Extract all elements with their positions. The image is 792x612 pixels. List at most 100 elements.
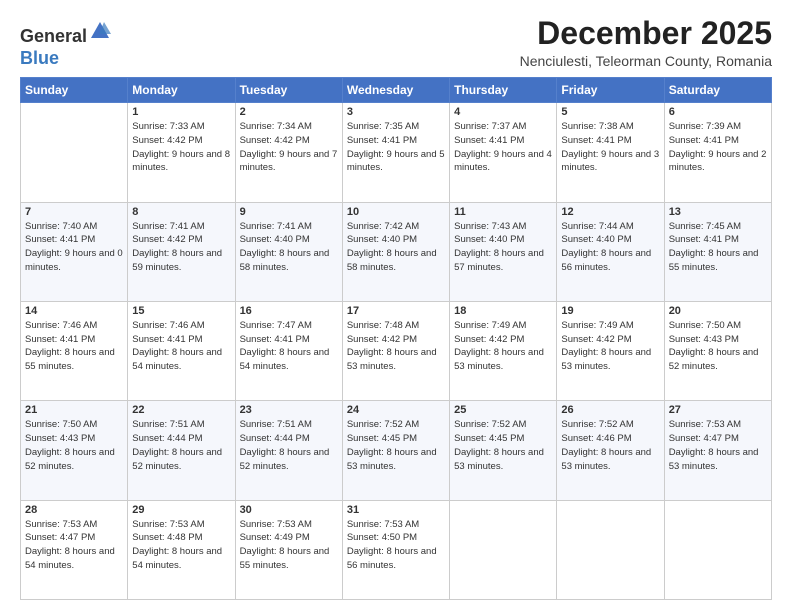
day-number: 13 — [669, 206, 767, 218]
logo: General Blue — [20, 20, 111, 69]
calendar-cell: 5Sunrise: 7:38 AMSunset: 4:41 PMDaylight… — [557, 103, 664, 202]
sunrise: Sunrise: 7:41 AM — [132, 221, 204, 232]
day-number: 16 — [240, 305, 338, 317]
sunrise: Sunrise: 7:50 AM — [25, 419, 97, 430]
daylight: Daylight: 8 hours and 54 minutes. — [25, 546, 115, 571]
calendar-cell: 2 Sunrise: 7:34 AM Sunset: 4:42 PM Daylight… — [235, 103, 342, 202]
day-number: 12 — [561, 206, 659, 218]
calendar-cell: 6 Sunrise: 7:39 AMSunset: 4:41 PMDaylight… — [664, 103, 771, 202]
day-number: 31 — [347, 504, 445, 516]
daylight: Daylight: 8 hours and 56 minutes. — [561, 248, 651, 273]
col-sunday: Sunday — [21, 78, 128, 103]
daylight: Daylight: 8 hours and 52 minutes. — [669, 347, 759, 372]
daylight: Daylight: 8 hours and 55 minutes. — [25, 347, 115, 372]
day-number: 18 — [454, 305, 552, 317]
cell-info: Sunrise: 7:53 AMSunset: 4:48 PMDaylight:… — [132, 518, 230, 573]
daylight: Daylight: 9 hours and 7 minutes. — [240, 149, 338, 174]
sunrise: Sunrise: 7:52 AM — [347, 419, 419, 430]
day-number: 27 — [669, 404, 767, 416]
day-number: 11 — [454, 206, 552, 218]
sunset: Sunset: 4:50 PM — [347, 532, 417, 543]
cell-info: Sunrise: 7:53 AMSunset: 4:47 PMDaylight:… — [25, 518, 123, 573]
day-number: 17 — [347, 305, 445, 317]
day-number: 2 — [240, 106, 338, 118]
cell-info: Sunrise: 7:41 AMSunset: 4:40 PMDaylight:… — [240, 220, 338, 275]
calendar-cell: 23Sunrise: 7:51 AMSunset: 4:44 PMDayligh… — [235, 401, 342, 500]
day-number: 19 — [561, 305, 659, 317]
calendar-cell: 13 Sunrise: 7:45 AMSunset: 4:41 PMDayligh… — [664, 202, 771, 301]
daylight: Daylight: 8 hours and 53 minutes. — [347, 447, 437, 472]
cell-info: Sunrise: 7:50 AMSunset: 4:43 PMDaylight:… — [669, 319, 767, 374]
sunrise: Sunrise: 7:40 AM — [25, 221, 97, 232]
calendar-cell: 14Sunrise: 7:46 AMSunset: 4:41 PMDayligh… — [21, 301, 128, 400]
header-row: Sunday Monday Tuesday Wednesday Thursday… — [21, 78, 772, 103]
sunset: Sunset: 4:41 PM — [25, 234, 95, 245]
daylight: Daylight: 8 hours and 56 minutes. — [347, 546, 437, 571]
col-thursday: Thursday — [450, 78, 557, 103]
day-number: 8 — [132, 206, 230, 218]
sunset: Sunset: 4:41 PM — [454, 135, 524, 146]
cell-info: Sunrise: 7:53 AMSunset: 4:49 PMDaylight:… — [240, 518, 338, 573]
sunrise: Sunrise: 7:53 AM — [132, 519, 204, 530]
calendar-cell: 15Sunrise: 7:46 AMSunset: 4:41 PMDayligh… — [128, 301, 235, 400]
calendar-cell: 1Sunrise: 7:33 AMSunset: 4:42 PMDaylight… — [128, 103, 235, 202]
calendar-table: Sunday Monday Tuesday Wednesday Thursday… — [20, 77, 772, 600]
daylight: Daylight: 8 hours and 53 minutes. — [669, 447, 759, 472]
sunset: Sunset: 4:41 PM — [240, 334, 310, 345]
daylight: Daylight: 8 hours and 52 minutes. — [132, 447, 222, 472]
calendar-cell: 31Sunrise: 7:53 AMSunset: 4:50 PMDayligh… — [342, 500, 449, 599]
cell-info: Sunrise: 7:38 AMSunset: 4:41 PMDaylight:… — [561, 120, 659, 175]
cell-info: Sunrise: 7:42 AMSunset: 4:40 PMDaylight:… — [347, 220, 445, 275]
day-number: 6 — [669, 106, 767, 118]
calendar-cell: 26Sunrise: 7:52 AMSunset: 4:46 PMDayligh… — [557, 401, 664, 500]
sunset: Sunset: 4:45 PM — [454, 433, 524, 444]
calendar-cell: 28Sunrise: 7:53 AMSunset: 4:47 PMDayligh… — [21, 500, 128, 599]
col-friday: Friday — [557, 78, 664, 103]
sunset: Sunset: 4:43 PM — [25, 433, 95, 444]
calendar-cell: 7Sunrise: 7:40 AMSunset: 4:41 PMDaylight… — [21, 202, 128, 301]
calendar-cell: 24Sunrise: 7:52 AMSunset: 4:45 PMDayligh… — [342, 401, 449, 500]
col-monday: Monday — [128, 78, 235, 103]
calendar-cell: 18 Sunrise: 7:49 AMSunset: 4:42 PMDayligh… — [450, 301, 557, 400]
cell-info: Sunrise: 7:39 AMSunset: 4:41 PMDaylight:… — [669, 120, 767, 175]
page: General Blue December 2025 Nenciulesti, … — [0, 0, 792, 612]
day-number: 7 — [25, 206, 123, 218]
sunrise: Sunrise: 7:34 AM — [240, 121, 312, 132]
sunrise: Sunrise: 7:38 AM — [561, 121, 633, 132]
calendar-cell: 22Sunrise: 7:51 AMSunset: 4:44 PMDayligh… — [128, 401, 235, 500]
calendar-cell: 9Sunrise: 7:41 AMSunset: 4:40 PMDaylight… — [235, 202, 342, 301]
sunrise: Sunrise: 7:52 AM — [454, 419, 526, 430]
week-row-1: 7 Sunrise: 7:40 AM Sunset: 4:41 PM Daylight… — [21, 202, 772, 301]
sunset: Sunset: 4:42 PM — [454, 334, 524, 345]
calendar-cell: 25Sunrise: 7:52 AMSunset: 4:45 PMDayligh… — [450, 401, 557, 500]
day-number: 1 — [132, 106, 230, 118]
col-saturday: Saturday — [664, 78, 771, 103]
sunset: Sunset: 4:40 PM — [454, 234, 524, 245]
sunset: Sunset: 4:40 PM — [347, 234, 417, 245]
sunrise: Sunrise: 7:41 AM — [240, 221, 312, 232]
sunrise: Sunrise: 7:47 AM — [240, 320, 312, 331]
week-row-2: 14Sunrise: 7:46 AMSunset: 4:41 PMDayligh… — [21, 301, 772, 400]
sunrise: Sunrise: 7:49 AM — [561, 320, 633, 331]
logo-blue-text: Blue — [20, 48, 111, 70]
cell-info: Sunrise: 7:49 AMSunset: 4:42 PMDaylight:… — [454, 319, 552, 374]
location: Nenciulesti, Teleorman County, Romania — [520, 53, 772, 69]
sunset: Sunset: 4:41 PM — [561, 135, 631, 146]
sunrise: Sunrise: 7:53 AM — [240, 519, 312, 530]
logo-icon — [89, 20, 111, 42]
sunset: Sunset: 4:42 PM — [240, 135, 310, 146]
sunset: Sunset: 4:41 PM — [669, 234, 739, 245]
day-number: 15 — [132, 305, 230, 317]
sunset: Sunset: 4:43 PM — [669, 334, 739, 345]
sunrise: Sunrise: 7:37 AM — [454, 121, 526, 132]
cell-info: Sunrise: 7:45 AMSunset: 4:41 PMDaylight:… — [669, 220, 767, 275]
daylight: Daylight: 8 hours and 54 minutes. — [240, 347, 330, 372]
sunset: Sunset: 4:46 PM — [561, 433, 631, 444]
sunrise: Sunrise: 7:51 AM — [132, 419, 204, 430]
cell-info: Sunrise: 7:48 AMSunset: 4:42 PMDaylight:… — [347, 319, 445, 374]
cell-info: Sunrise: 7:44 AMSunset: 4:40 PMDaylight:… — [561, 220, 659, 275]
daylight: Daylight: 9 hours and 2 minutes. — [669, 149, 767, 174]
daylight: Daylight: 9 hours and 5 minutes. — [347, 149, 445, 174]
cell-info: Sunrise: 7:50 AMSunset: 4:43 PMDaylight:… — [25, 418, 123, 473]
sunset: Sunset: 4:41 PM — [25, 334, 95, 345]
